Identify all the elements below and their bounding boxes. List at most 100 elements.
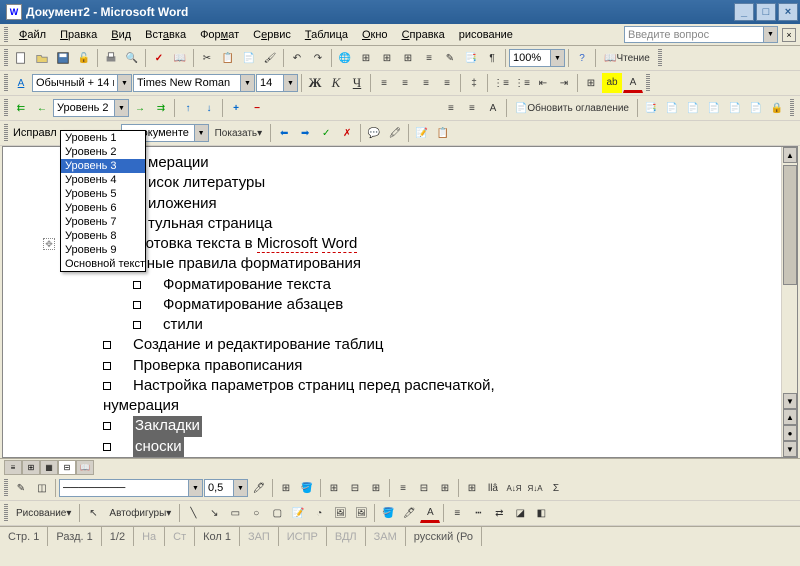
subdoc-remove-button[interactable]: 📄 xyxy=(683,98,703,118)
show-level-button[interactable]: ≡ xyxy=(441,98,461,118)
level-option-3[interactable]: Уровень 3 xyxy=(61,159,145,173)
docmap-button[interactable]: 📑 xyxy=(461,48,481,68)
save-button[interactable] xyxy=(53,48,73,68)
show-formatting-button[interactable]: A xyxy=(483,98,503,118)
numbered-list-button[interactable]: ⋮≡ xyxy=(491,73,511,93)
outline-level-combo[interactable]: ▼ xyxy=(53,99,129,117)
zoom-input[interactable] xyxy=(509,49,551,67)
copy-button[interactable]: 📋 xyxy=(218,48,238,68)
level-option-6[interactable]: Уровень 6 xyxy=(61,201,145,215)
line-style-dropdown[interactable]: ▼ xyxy=(189,479,203,497)
bold-button[interactable]: Ж xyxy=(305,73,325,93)
status-lang[interactable]: русский (Ро xyxy=(406,527,482,546)
next-change-button[interactable]: ➡ xyxy=(295,123,315,143)
level-option-5[interactable]: Уровень 5 xyxy=(61,187,145,201)
outside-border-button[interactable]: ⊞ xyxy=(276,478,296,498)
3d-button[interactable]: ◧ xyxy=(531,503,551,523)
size-dropdown[interactable]: ▼ xyxy=(284,74,298,92)
undo-button[interactable]: ↶ xyxy=(287,48,307,68)
fontcolor-draw-button[interactable]: A xyxy=(420,503,440,523)
font-combo[interactable]: ▼ xyxy=(133,74,255,92)
drawing-toolbar-button[interactable]: ✎ xyxy=(440,48,460,68)
normal-view-button[interactable]: ≡ xyxy=(4,460,22,475)
level-option-4[interactable]: Уровень 4 xyxy=(61,173,145,187)
toolbar-grip[interactable] xyxy=(646,74,650,92)
align-left-button[interactable]: ≡ xyxy=(374,73,394,93)
scroll-thumb[interactable] xyxy=(783,165,797,285)
align-cell-button[interactable]: ≡ xyxy=(393,478,413,498)
outline-view-button[interactable]: ⊟ xyxy=(58,460,76,475)
demote-body-button[interactable]: ⇉ xyxy=(151,98,171,118)
line-style-combo[interactable]: ▼ xyxy=(59,479,203,497)
doc-close-button[interactable]: × xyxy=(782,28,796,42)
promote-topmost-button[interactable]: ⇇ xyxy=(11,98,31,118)
columns-button[interactable]: ≡ xyxy=(419,48,439,68)
italic-button[interactable]: К xyxy=(326,73,346,93)
maximize-button[interactable]: □ xyxy=(756,3,776,21)
menu-help[interactable]: Справка xyxy=(395,27,452,43)
menu-view[interactable]: Вид xyxy=(104,27,138,43)
dash-style-button[interactable]: ┅ xyxy=(468,503,488,523)
menu-drawing[interactable]: рисование xyxy=(452,27,520,43)
arrow-tool-button[interactable]: ↘ xyxy=(204,503,224,523)
demote-button[interactable]: → xyxy=(130,98,150,118)
line-tool-button[interactable]: ╲ xyxy=(183,503,203,523)
ask-help-dropdown[interactable]: ▼ xyxy=(764,26,778,43)
scroll-up-button[interactable]: ▲ xyxy=(783,147,797,163)
line-weight-combo[interactable]: ▼ xyxy=(204,479,248,497)
menu-format[interactable]: Формат xyxy=(193,27,246,43)
line-color-button[interactable]: 🖊 xyxy=(399,503,419,523)
level-option-2[interactable]: Уровень 2 xyxy=(61,145,145,159)
sort-asc-button[interactable]: А↓Я xyxy=(504,478,524,498)
minimize-button[interactable]: _ xyxy=(734,3,754,21)
arrow-style-button[interactable]: ⇄ xyxy=(489,503,509,523)
toolbar-grip[interactable] xyxy=(4,124,8,142)
shadow-button[interactable]: ◪ xyxy=(510,503,530,523)
subdoc-split-button[interactable]: 📄 xyxy=(746,98,766,118)
display-dropdown[interactable]: ▼ xyxy=(195,124,209,142)
subdoc-insert-button[interactable]: 📄 xyxy=(704,98,724,118)
cut-button[interactable]: ✂ xyxy=(197,48,217,68)
level-option-8[interactable]: Уровень 8 xyxy=(61,229,145,243)
menu-file[interactable]: Файл xyxy=(12,27,53,43)
reviewing-pane-button[interactable]: 📋 xyxy=(433,123,453,143)
outline-level-dropdown[interactable]: ▼ xyxy=(115,99,129,117)
toolbar-grip[interactable] xyxy=(4,74,8,92)
align-justify-button[interactable]: ≡ xyxy=(437,73,457,93)
line-spacing-button[interactable]: ‡ xyxy=(464,73,484,93)
reading-view-button[interactable]: 📖 xyxy=(76,460,94,475)
toolbar-grip[interactable] xyxy=(658,49,662,67)
toolbar-grip[interactable] xyxy=(4,27,8,43)
status-trk[interactable]: ИСПР xyxy=(279,527,327,546)
menu-window[interactable]: Окно xyxy=(355,27,395,43)
master-doc-button[interactable]: 📑 xyxy=(641,98,661,118)
show-reviewing-button[interactable]: Показать ▾ xyxy=(210,123,268,143)
close-button[interactable]: × xyxy=(778,3,798,21)
new-doc-button[interactable] xyxy=(11,48,31,68)
picture-button[interactable]: 🖼 xyxy=(351,503,371,523)
paste-button[interactable]: 📄 xyxy=(239,48,259,68)
border-color-button[interactable]: 🖊 xyxy=(249,478,269,498)
web-view-button[interactable]: ⊞ xyxy=(22,460,40,475)
toolbar-grip[interactable] xyxy=(790,99,794,117)
distribute-rows-button[interactable]: ⊟ xyxy=(414,478,434,498)
merge-cells-button[interactable]: ⊟ xyxy=(345,478,365,498)
promote-button[interactable]: ← xyxy=(32,98,52,118)
scroll-down-button[interactable]: ▼ xyxy=(783,393,797,409)
insert-table-btn[interactable]: ⊞ xyxy=(324,478,344,498)
outline-level-dropdown-list[interactable]: Уровень 1 Уровень 2 Уровень 3 Уровень 4 … xyxy=(60,130,146,272)
hyperlink-button[interactable]: 🌐 xyxy=(335,48,355,68)
line-thickness-button[interactable]: ≡ xyxy=(447,503,467,523)
menu-insert[interactable]: Вставка xyxy=(138,27,193,43)
decrease-indent-button[interactable]: ⇤ xyxy=(533,73,553,93)
browse-object-button[interactable]: ● xyxy=(783,425,797,441)
zoom-combo[interactable]: ▼ xyxy=(509,49,565,67)
styles-pane-button[interactable]: A xyxy=(11,73,31,93)
help-button[interactable]: ? xyxy=(572,48,592,68)
clipart-button[interactable]: 🖼 xyxy=(330,503,350,523)
rectangle-tool-button[interactable]: ▭ xyxy=(225,503,245,523)
update-toc-button[interactable]: 📄 Обновить оглавление xyxy=(510,98,634,118)
line-weight-dropdown[interactable]: ▼ xyxy=(234,479,248,497)
eraser-button[interactable]: ◫ xyxy=(32,478,52,498)
new-comment-button[interactable]: 💬 xyxy=(364,123,384,143)
